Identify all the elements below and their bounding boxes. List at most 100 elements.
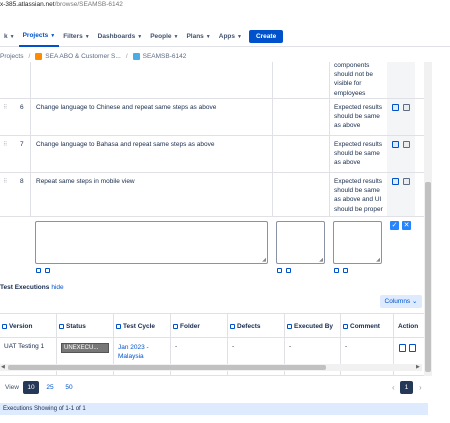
drag-handle-icon[interactable]: ⠿ [3,178,7,185]
table-header: Version Status Test Cycle Folder Defects… [0,313,424,339]
delete-step-icon[interactable] [403,104,410,111]
help-icon[interactable] [286,268,291,273]
attachment-icon[interactable] [277,268,282,273]
breadcrumb-issue[interactable]: SEAMSB-6142 [143,53,187,60]
page-size-10[interactable]: 10 [23,381,39,394]
columns-label: Columns [384,298,411,305]
sort-icon [173,323,178,329]
page-size-25[interactable]: 25 [42,381,58,394]
breadcrumb-separator: / [125,52,128,60]
cancel-step-button[interactable]: ✕ [402,221,411,230]
nav-item-apps[interactable]: Apps ▼ [215,27,246,47]
nav-item-people[interactable]: People ▼ [146,27,182,47]
step-text[interactable]: Change language to Bahasa and repeat sam… [36,141,215,148]
column-header-status[interactable]: Status [57,314,114,339]
column-header-comment[interactable]: Comment [341,314,394,339]
clone-step-icon[interactable] [392,178,399,185]
create-button[interactable]: Create [248,30,284,43]
nav-label: People [150,33,172,40]
cell-divider [329,173,330,216]
attachment-icon[interactable] [36,268,41,273]
test-cycle-link[interactable]: Jan 2023 - [118,343,170,352]
horizontal-scrollbar[interactable]: ◀ ▶ [0,364,422,371]
clone-step-icon[interactable] [392,104,399,111]
delete-execution-icon[interactable] [409,344,416,352]
nav-item-filters[interactable]: Filters ▼ [59,27,93,47]
previous-page-icon[interactable]: ‹ [392,383,395,392]
nav-item-dashboards[interactable]: Dashboards ▼ [94,27,147,47]
cell-divider [272,62,273,98]
scrollbar-thumb[interactable] [8,365,326,370]
chevron-down-icon: ▼ [9,33,15,40]
address-bar[interactable]: x-385.atlassian.net/browse/SEAMSB-6142 [0,0,450,13]
breadcrumb: Projects / SEA ABO & Customer S... / SEA… [0,50,186,62]
column-header-version[interactable]: Version [0,314,57,339]
breadcrumb-project[interactable]: SEA ABO & Customer S... [45,53,121,60]
column-header-folder[interactable]: Folder [171,314,228,339]
expected-line: should be proper [334,205,383,213]
test-steps-table: components should not be visible for emp… [0,62,428,280]
save-step-button[interactable]: ✓ [390,221,399,230]
chevron-down-icon: ⌄ [412,298,418,305]
new-expected-result-textarea[interactable]: ◢ [333,221,382,264]
pagination: View 10 25 50 ‹ 1 › [0,381,428,395]
header-label: Defects [237,323,261,330]
page-size-50[interactable]: 50 [61,381,77,394]
chevron-down-icon: ▼ [237,33,242,40]
expected-result[interactable]: Expected results should be same as above [334,140,386,168]
clone-step-icon[interactable] [392,141,399,148]
scroll-right-icon[interactable]: ▶ [416,364,420,370]
expected-line: as above [334,122,361,130]
nav-label: Plans [186,33,204,40]
drag-handle-icon[interactable]: ⠿ [3,104,7,111]
column-header-test-cycle[interactable]: Test Cycle [114,314,171,339]
status-badge[interactable]: UNEXECU... [61,343,109,353]
sort-icon [287,323,292,329]
execute-icon[interactable] [399,344,406,352]
attachment-icon[interactable] [334,268,339,273]
page-number[interactable]: 1 [400,381,413,394]
columns-button[interactable]: Columns ⌄ [380,295,422,308]
sort-icon [116,323,121,329]
step-text[interactable]: Repeat same steps in mobile view [36,178,135,185]
nav-label: Filters [63,33,83,40]
breadcrumb-separator: / [28,52,31,60]
new-step-textarea[interactable]: ◢ [35,221,268,264]
help-icon[interactable] [343,268,348,273]
nav-item-projects[interactable]: Projects ▼ [18,27,60,47]
delete-step-icon[interactable] [403,141,410,148]
nav-item-partial[interactable]: k ▼ [0,27,19,47]
chevron-down-icon: ▼ [50,32,56,39]
step-text[interactable]: Change language to Chinese and repeat sa… [36,104,216,111]
expected-result[interactable]: Expected results should be same as above [334,103,386,131]
row-actions [387,62,415,98]
test-executions-heading: Test Executions hide [0,284,64,291]
table-row: ⠿ 7 Change language to Bahasa and repeat… [0,136,428,173]
new-test-data-textarea[interactable]: ◢ [276,221,325,264]
column-header-defects[interactable]: Defects [228,314,285,339]
cell-divider [30,62,31,98]
table-row: ⠿ 6 Change language to Chinese and repea… [0,99,428,136]
scroll-left-icon[interactable]: ◀ [1,364,5,370]
expected-result[interactable]: Expected results should be same as above… [334,177,386,214]
header-label: Comment [350,323,380,330]
vertical-scrollbar[interactable] [424,62,432,376]
drag-handle-icon[interactable]: ⠿ [3,141,7,148]
hide-link[interactable]: hide [51,284,63,291]
help-icon[interactable] [45,268,50,273]
header-label: Version [9,323,33,330]
delete-step-icon[interactable] [403,178,410,185]
top-navigation: k ▼ Projects ▼ Filters ▼ Dashboards ▼ People… [0,27,450,47]
column-header-executed-by[interactable]: Executed By [285,314,341,339]
sort-icon [59,323,64,329]
nav-item-plans[interactable]: Plans ▼ [182,27,214,47]
header-label: Folder [180,323,200,330]
cell-divider [30,173,31,216]
project-icon [35,52,43,60]
next-page-icon[interactable]: › [419,383,422,392]
breadcrumb-projects[interactable]: Projects [0,53,23,60]
chevron-down-icon: ▼ [84,33,90,40]
test-cycle-link-line2[interactable]: Malaysia [118,352,170,361]
scrollbar-thumb[interactable] [425,182,431,372]
expected-result: components should not be visible for emp… [334,62,386,98]
